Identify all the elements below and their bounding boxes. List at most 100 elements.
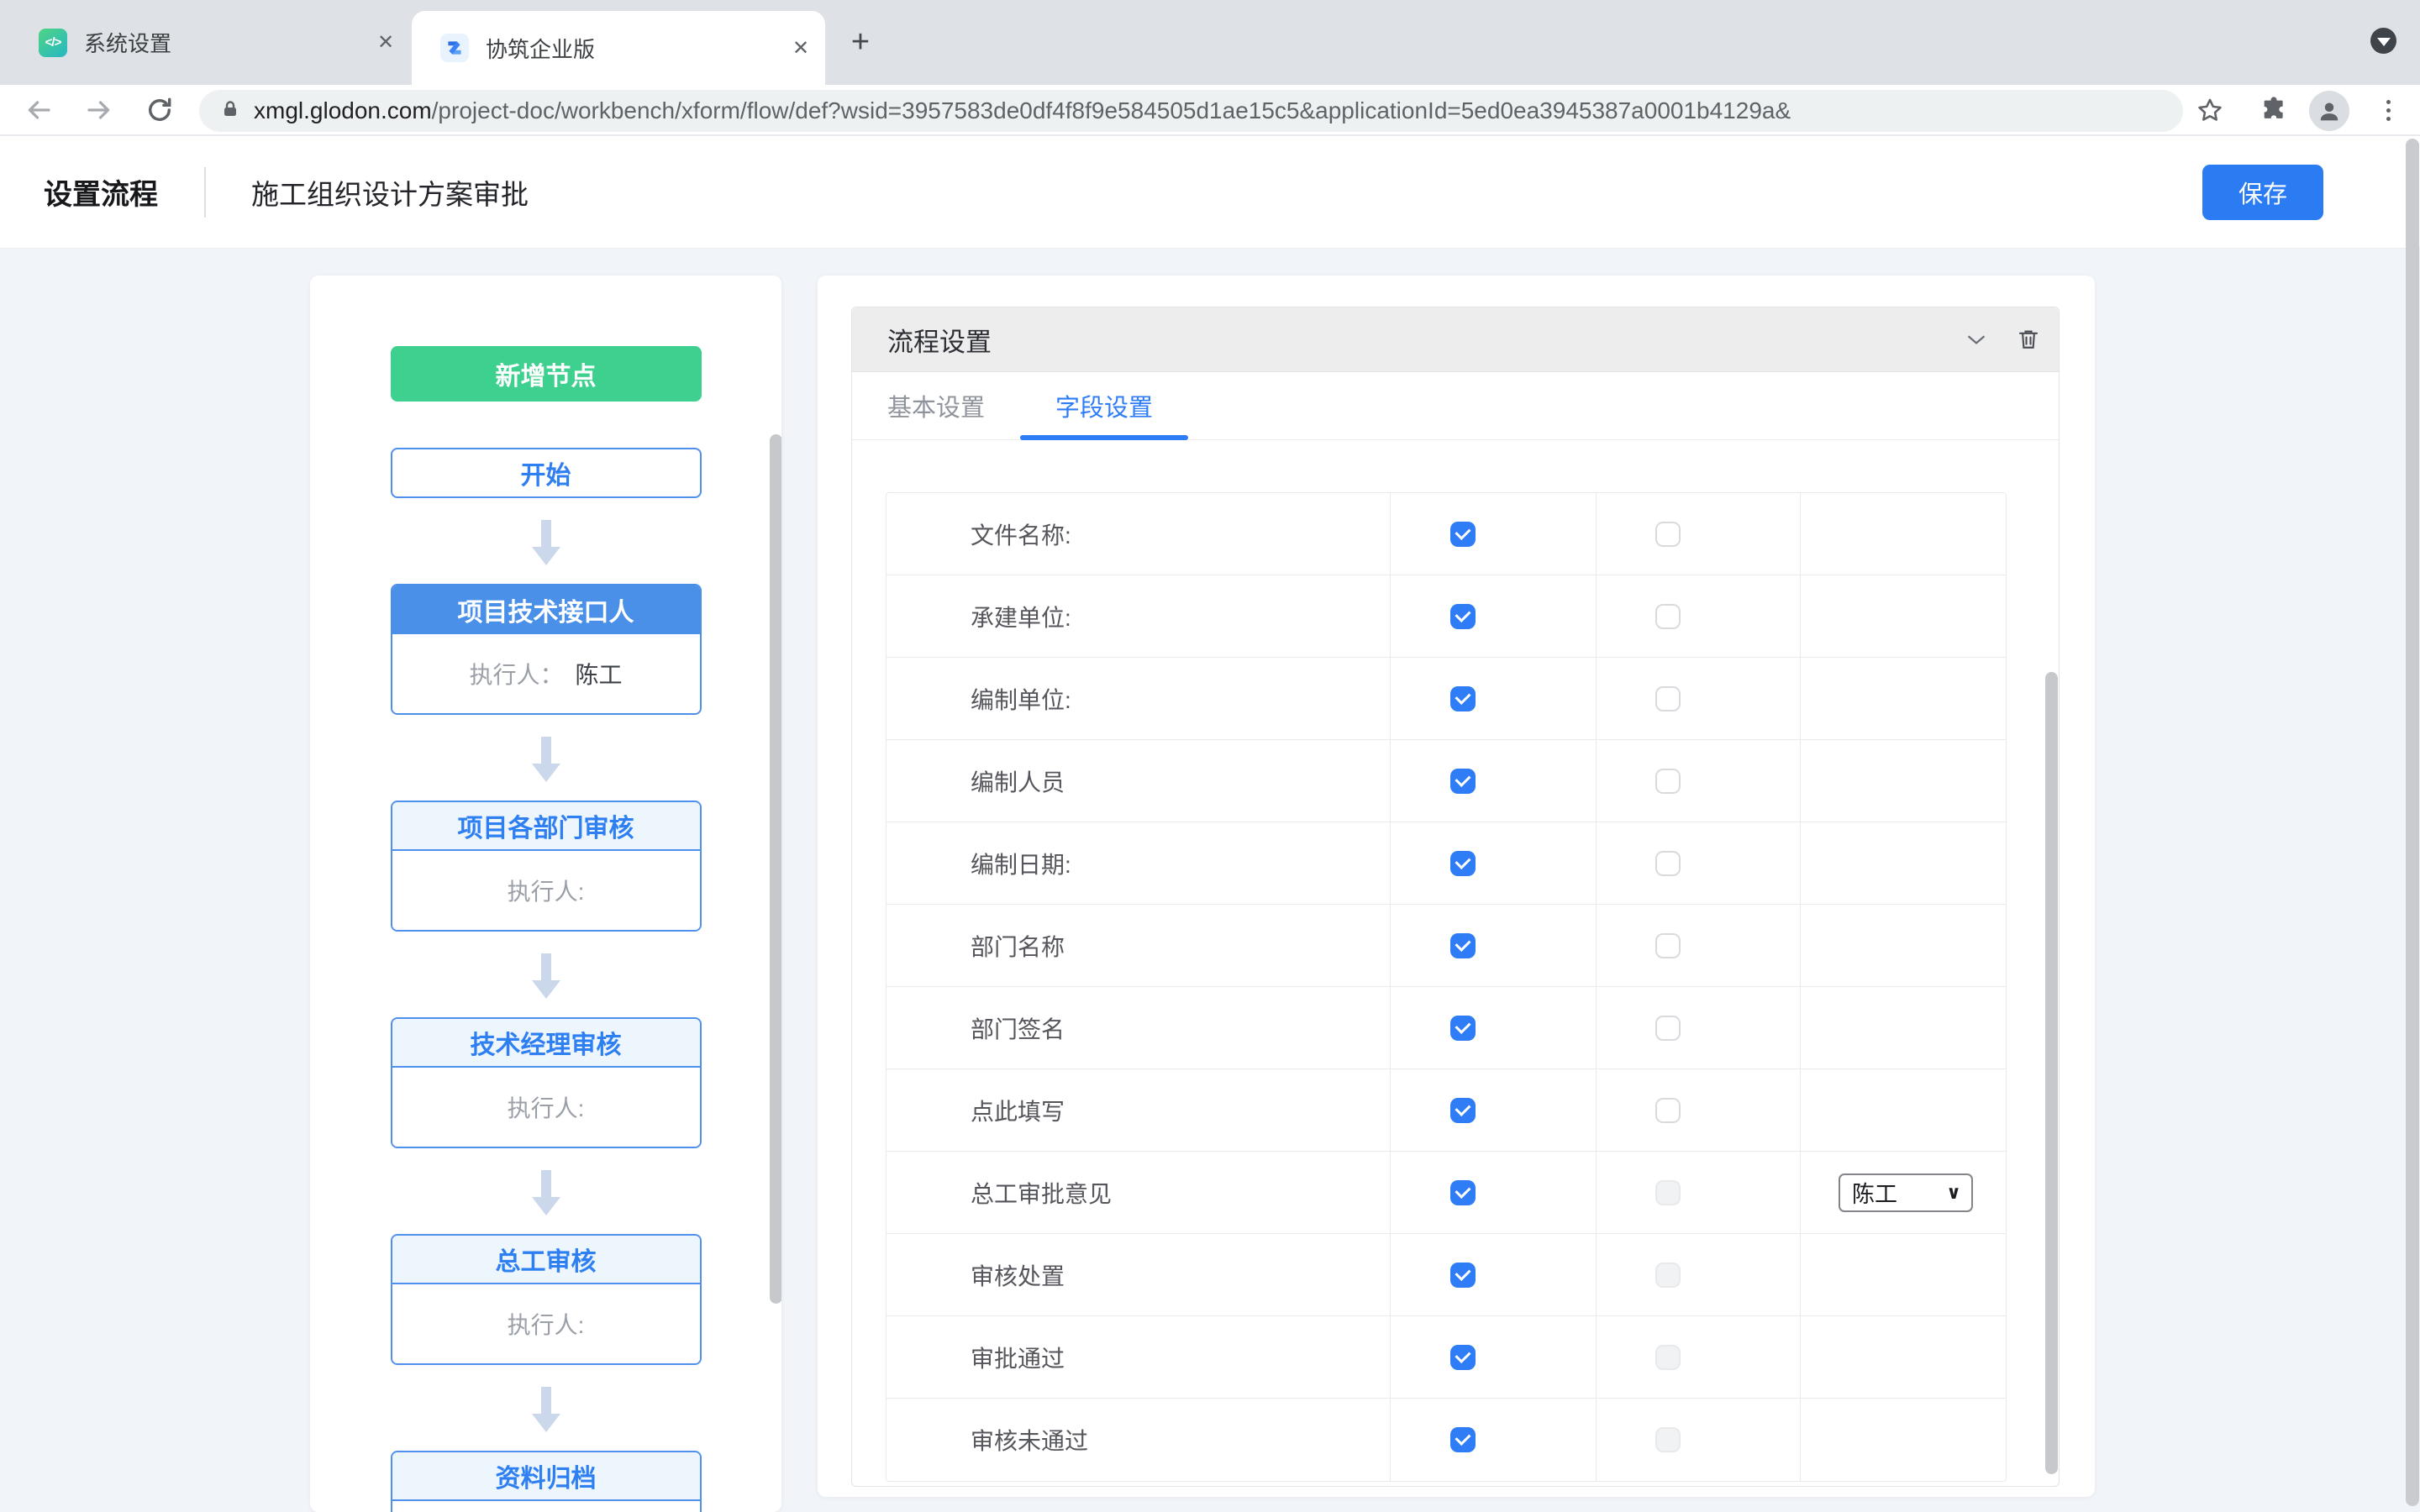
url-domain: xmgl.glodon.com	[254, 97, 432, 123]
field-table-row: 编制人员	[886, 740, 2006, 822]
field-label: 总工审批意见	[886, 1152, 1391, 1233]
flow-node[interactable]: 资料归档执行人:	[391, 1451, 702, 1512]
browser-tab-system-settings[interactable]: </> 系统设置 ✕	[15, 0, 410, 85]
tab-close-icon[interactable]: ✕	[375, 32, 397, 54]
checkbox-unchecked[interactable]	[1655, 933, 1681, 958]
checkbox-unchecked-disabled[interactable]	[1655, 1345, 1681, 1370]
field-visible-cell	[1391, 575, 1597, 657]
checkbox-checked[interactable]	[1450, 1180, 1476, 1205]
collapse-chevron-icon[interactable]	[1960, 323, 1993, 356]
flow-node[interactable]: 开始	[391, 448, 702, 498]
field-label: 审核处置	[886, 1234, 1391, 1315]
flow-node-executor-row: 执行人:	[392, 1501, 700, 1512]
add-node-button[interactable]: 新增节点	[391, 346, 702, 402]
tab-close-icon[interactable]: ✕	[790, 37, 812, 59]
flow-node[interactable]: 项目各部门审核执行人:	[391, 801, 702, 932]
flow-panel-scrollbar[interactable]	[770, 434, 781, 1304]
reload-button[interactable]	[141, 92, 178, 129]
flow-node[interactable]: 项目技术接口人执行人：陈工	[391, 584, 702, 715]
browser-toolbar: xmgl.glodon.com/project-doc/workbench/xf…	[0, 85, 2420, 136]
system-settings-favicon-icon: </>	[39, 29, 67, 57]
new-tab-button[interactable]: +	[842, 24, 879, 60]
flow-node-title: 项目各部门审核	[392, 802, 700, 851]
field-visible-cell	[1391, 905, 1597, 986]
field-required-cell	[1597, 493, 1801, 575]
field-visible-cell	[1391, 658, 1597, 739]
flow-arrow-down-icon	[532, 953, 560, 999]
checkbox-checked[interactable]	[1450, 1016, 1476, 1041]
checkbox-unchecked[interactable]	[1655, 769, 1681, 794]
checkbox-unchecked[interactable]	[1655, 1016, 1681, 1041]
field-required-cell	[1597, 987, 1801, 1068]
save-button[interactable]: 保存	[2202, 165, 2323, 220]
field-required-cell	[1597, 1316, 1801, 1398]
checkbox-checked[interactable]	[1450, 604, 1476, 629]
field-extra-cell	[1801, 493, 2006, 575]
field-visible-cell	[1391, 987, 1597, 1068]
field-table-row: 编制单位:	[886, 658, 2006, 740]
field-extra-cell	[1801, 822, 2006, 904]
browser-tab-xiezhu[interactable]: 协筑企业版 ✕	[412, 11, 825, 85]
field-label: 审批通过	[886, 1316, 1391, 1398]
checkbox-checked[interactable]	[1450, 933, 1476, 958]
field-table-row: 部门签名	[886, 987, 2006, 1069]
back-button[interactable]	[20, 92, 57, 129]
executor-name: 陈工	[576, 657, 623, 690]
field-extra-cell	[1801, 1316, 2006, 1398]
delete-trash-icon[interactable]	[2012, 323, 2045, 356]
flow-node-title: 总工审核	[392, 1236, 700, 1284]
checkbox-unchecked[interactable]	[1655, 1098, 1681, 1123]
checkbox-checked[interactable]	[1450, 769, 1476, 794]
checkbox-unchecked[interactable]	[1655, 851, 1681, 876]
field-visible-cell	[1391, 1069, 1597, 1151]
field-extra-cell	[1801, 1234, 2006, 1315]
profile-avatar[interactable]	[2309, 91, 2349, 131]
settings-tab-basic[interactable]: 基本设置	[852, 372, 1020, 439]
field-table-row: 编制日期:	[886, 822, 2006, 905]
checkbox-unchecked[interactable]	[1655, 522, 1681, 547]
tab-title: 系统设置	[84, 27, 375, 58]
settings-panel-scrollbar[interactable]	[2045, 672, 2058, 1474]
field-visible-cell	[1391, 822, 1597, 904]
executor-label: 执行人:	[508, 1307, 585, 1341]
checkbox-checked[interactable]	[1450, 686, 1476, 711]
field-label: 文件名称:	[886, 493, 1391, 575]
field-visible-cell	[1391, 740, 1597, 822]
field-required-cell	[1597, 740, 1801, 822]
dropdown-value: 陈工	[1852, 1176, 1946, 1209]
url-bar[interactable]: xmgl.glodon.com/project-doc/workbench/xf…	[199, 90, 2183, 132]
field-extra-cell	[1801, 740, 2006, 822]
chevron-down-icon	[2377, 38, 2391, 46]
flow-diagram-panel: 新增节点 开始项目技术接口人执行人：陈工项目各部门审核执行人:技术经理审核执行人…	[310, 276, 781, 1512]
flow-node[interactable]: 总工审核执行人:	[391, 1234, 702, 1365]
checkbox-unchecked[interactable]	[1655, 604, 1681, 629]
checkbox-unchecked-disabled[interactable]	[1655, 1263, 1681, 1288]
checkbox-checked[interactable]	[1450, 1345, 1476, 1370]
executor-dropdown[interactable]: 陈工∨	[1839, 1173, 1973, 1212]
window-scrollbar[interactable]	[2406, 139, 2419, 1506]
page-title: 设置流程	[44, 171, 158, 213]
app-header: 设置流程 施工组织设计方案审批 保存	[0, 136, 2420, 249]
field-settings-table: 文件名称:承建单位:编制单位:编制人员编制日期:部门名称部门签名点此填写总工审批…	[886, 492, 2007, 1482]
tab-search-button[interactable]	[2370, 28, 2396, 54]
field-table-row: 点此填写	[886, 1069, 2006, 1152]
field-label: 编制人员	[886, 740, 1391, 822]
checkbox-checked[interactable]	[1450, 1098, 1476, 1123]
flow-node[interactable]: 技术经理审核执行人:	[391, 1017, 702, 1148]
browser-menu-icon[interactable]	[2371, 93, 2405, 127]
bookmark-star-icon[interactable]	[2191, 92, 2228, 129]
checkbox-checked[interactable]	[1450, 1427, 1476, 1452]
forward-button[interactable]	[81, 92, 118, 129]
checkbox-unchecked-disabled[interactable]	[1655, 1180, 1681, 1205]
checkbox-checked[interactable]	[1450, 1263, 1476, 1288]
settings-tab-fields[interactable]: 字段设置	[1020, 372, 1188, 439]
card-title: 流程设置	[887, 321, 992, 359]
extensions-puzzle-icon[interactable]	[2255, 92, 2292, 129]
checkbox-unchecked[interactable]	[1655, 686, 1681, 711]
checkbox-checked[interactable]	[1450, 851, 1476, 876]
field-label: 点此填写	[886, 1069, 1391, 1151]
field-required-cell	[1597, 822, 1801, 904]
url-path: /project-doc/workbench/xform/flow/def?ws…	[432, 97, 1791, 123]
checkbox-unchecked-disabled[interactable]	[1655, 1427, 1681, 1452]
checkbox-checked[interactable]	[1450, 522, 1476, 547]
